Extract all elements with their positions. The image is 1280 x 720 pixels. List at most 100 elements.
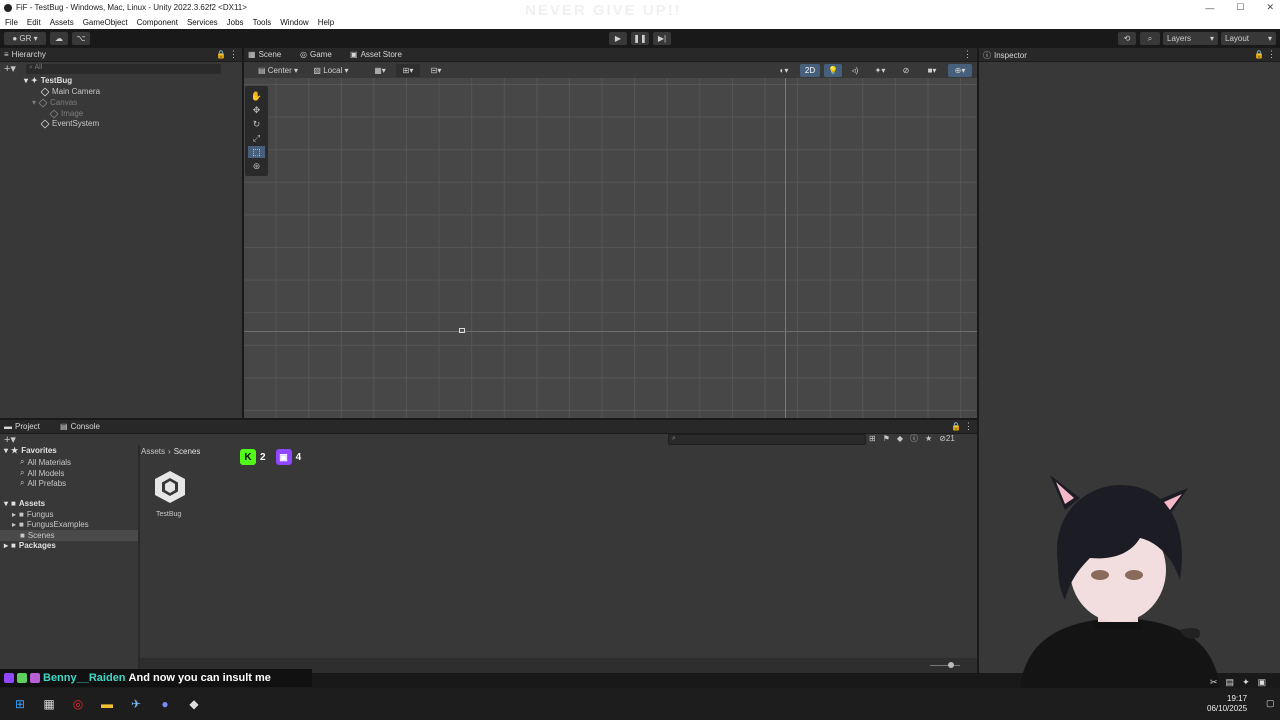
pivot-dropdown[interactable]: ▤ Center ▾ xyxy=(252,64,304,77)
menu-help[interactable]: Help xyxy=(318,18,334,27)
gizmos-toggle[interactable]: ⊕▾ xyxy=(948,64,972,77)
scene-viewport[interactable] xyxy=(244,78,977,418)
tab-game[interactable]: ◎ Game xyxy=(300,50,332,59)
align-button[interactable]: ⊟▾ xyxy=(424,64,448,77)
toggle-2d-button[interactable]: 2D xyxy=(800,64,820,77)
menu-window[interactable]: Window xyxy=(280,18,308,27)
more-icon[interactable]: ⋮ xyxy=(964,421,973,432)
steam-icon[interactable]: ✈ xyxy=(127,695,145,713)
hierarchy-search-input[interactable]: ⌕ All xyxy=(25,63,221,74)
visibility-toggle[interactable]: ⊘ xyxy=(896,64,916,77)
store-icon[interactable]: ▦ xyxy=(40,695,58,713)
opera-icon[interactable]: ◎ xyxy=(69,695,87,713)
unity-icon[interactable]: ◆ xyxy=(185,695,203,713)
tree-item-scenes[interactable]: ■ Scenes xyxy=(20,531,55,540)
tab-asset-store[interactable]: ▣ Asset Store xyxy=(350,50,402,59)
rotate-tool-icon[interactable]: ↻ xyxy=(248,118,265,130)
lock-icon[interactable]: 🔒 xyxy=(951,422,961,431)
tree-item-image[interactable]: Image xyxy=(49,108,83,119)
breadcrumb-scenes[interactable]: Scenes xyxy=(174,447,201,456)
tree-item-eventsystem[interactable]: EventSystem xyxy=(40,118,99,129)
menu-assets[interactable]: Assets xyxy=(50,18,74,27)
asset-file-label[interactable]: TestBug xyxy=(156,511,181,518)
project-search-input[interactable]: ⌕ xyxy=(668,434,866,445)
tree-item-favorites[interactable]: ▾ ★ Favorites xyxy=(4,446,57,455)
layout-dropdown[interactable]: Layout ▾ xyxy=(1221,32,1276,45)
breadcrumb-assets[interactable]: Assets xyxy=(141,447,165,456)
tree-item-all-prefabs[interactable]: ⌕ All Prefabs xyxy=(20,478,66,488)
tab-hierarchy[interactable]: ≡ Hierarchy xyxy=(4,50,46,59)
audio-toggle[interactable]: ◃) xyxy=(846,64,864,77)
windows-start-icon[interactable]: ⊞ xyxy=(11,695,29,713)
menu-gameobject[interactable]: GameObject xyxy=(83,18,128,27)
tray-icon[interactable]: ✦ xyxy=(1242,677,1250,688)
lock-icon[interactable]: 🔒 xyxy=(1254,50,1264,59)
search-button[interactable]: ⌕ xyxy=(1140,32,1160,45)
history-button[interactable]: ⟲ xyxy=(1118,32,1136,45)
rect-tool-icon[interactable]: ⬚ xyxy=(248,146,265,158)
menu-services[interactable]: Services xyxy=(187,18,218,27)
camera-settings-button[interactable]: ■▾ xyxy=(920,64,944,77)
grid-snap-button[interactable]: ▦▾ xyxy=(368,64,392,77)
star-icon[interactable]: ★ xyxy=(925,434,932,443)
pause-button[interactable]: ❚❚ xyxy=(631,32,649,45)
tray-icon[interactable]: ▤ xyxy=(1226,677,1235,688)
tree-item-fungusexamples[interactable]: ▸ ■ FungusExamples xyxy=(12,520,89,529)
search-by-label-icon[interactable]: ⚑ xyxy=(883,434,890,443)
lighting-toggle[interactable]: 💡 xyxy=(824,64,842,77)
hand-tool-icon[interactable]: ✋ xyxy=(248,90,265,102)
slider-thumb[interactable] xyxy=(948,662,954,668)
tab-inspector[interactable]: ⓘ Inspector xyxy=(983,50,1027,61)
object-handle-icon[interactable] xyxy=(459,328,465,333)
lock-icon[interactable]: 🔒 xyxy=(216,50,226,59)
draw-mode-button[interactable]: ◐▾ xyxy=(772,64,796,77)
tag-icon[interactable]: ◆ xyxy=(897,434,903,443)
account-button[interactable]: ● GR ▾ xyxy=(4,32,46,45)
tree-item-all-models[interactable]: ⌕ All Models xyxy=(20,468,64,478)
snap-increment-button[interactable]: ⊞▾ xyxy=(396,64,420,77)
maximize-button[interactable]: ☐ xyxy=(1236,2,1244,13)
tab-console[interactable]: ▤ Console xyxy=(60,422,100,431)
cloud-button[interactable]: ☁ xyxy=(50,32,68,45)
file-explorer-icon[interactable]: ▬ xyxy=(98,695,116,713)
menu-edit[interactable]: Edit xyxy=(27,18,41,27)
info-icon[interactable]: ⓘ xyxy=(910,433,918,444)
transform-tool-icon[interactable]: ⊛ xyxy=(248,160,265,172)
menu-component[interactable]: Component xyxy=(137,18,178,27)
splitter[interactable] xyxy=(138,445,140,673)
tray-icon[interactable]: ✂ xyxy=(1210,677,1218,688)
space-dropdown[interactable]: ▧ Local ▾ xyxy=(308,64,354,77)
tree-item-all-materials[interactable]: ⌕ All Materials xyxy=(20,457,71,467)
close-button[interactable]: ✕ xyxy=(1266,2,1274,13)
add-icon[interactable]: +▾ xyxy=(4,62,16,75)
tree-item-assets[interactable]: ▾ ■ Assets xyxy=(4,499,45,508)
more-icon[interactable]: ⋮ xyxy=(963,49,972,60)
icon-size-slider[interactable] xyxy=(930,665,960,666)
menu-tools[interactable]: Tools xyxy=(253,18,272,27)
tray-icon[interactable]: ▣ xyxy=(1258,677,1267,688)
tree-item-testbug[interactable]: ▾ ✦ TestBug xyxy=(24,76,72,85)
collab-button[interactable]: ⌥ xyxy=(72,32,90,45)
tab-project[interactable]: ▬ Project xyxy=(4,422,40,431)
more-icon[interactable]: ⋮ xyxy=(1267,49,1276,60)
unity-scene-icon[interactable] xyxy=(151,468,189,506)
tab-scene[interactable]: ▦ Scene xyxy=(248,50,281,59)
more-icon[interactable]: ⋮ xyxy=(229,49,238,60)
move-tool-icon[interactable]: ✥ xyxy=(248,104,265,116)
menu-file[interactable]: File xyxy=(5,18,18,27)
tree-item-fungus[interactable]: ▸ ■ Fungus xyxy=(12,510,54,519)
tree-item-main-camera[interactable]: Main Camera xyxy=(40,86,100,97)
minimize-button[interactable]: — xyxy=(1205,3,1214,13)
clock[interactable]: 19:17 06/10/2025 xyxy=(1207,694,1247,714)
effects-toggle[interactable]: ✦▾ xyxy=(868,64,892,77)
scale-tool-icon[interactable]: ⤢ xyxy=(248,132,265,144)
tree-item-packages[interactable]: ▸ ■ Packages xyxy=(4,541,56,550)
layers-dropdown[interactable]: Layers ▾ xyxy=(1163,32,1218,45)
menu-jobs[interactable]: Jobs xyxy=(227,18,244,27)
search-by-type-icon[interactable]: ⊞ xyxy=(869,434,876,443)
step-button[interactable]: ▶| xyxy=(653,32,671,45)
notification-icon[interactable]: ▢ xyxy=(1266,698,1275,709)
discord-icon[interactable]: ● xyxy=(156,695,174,713)
tree-item-canvas[interactable]: ▾ Canvas xyxy=(32,97,77,108)
play-button[interactable]: ▶ xyxy=(609,32,627,45)
